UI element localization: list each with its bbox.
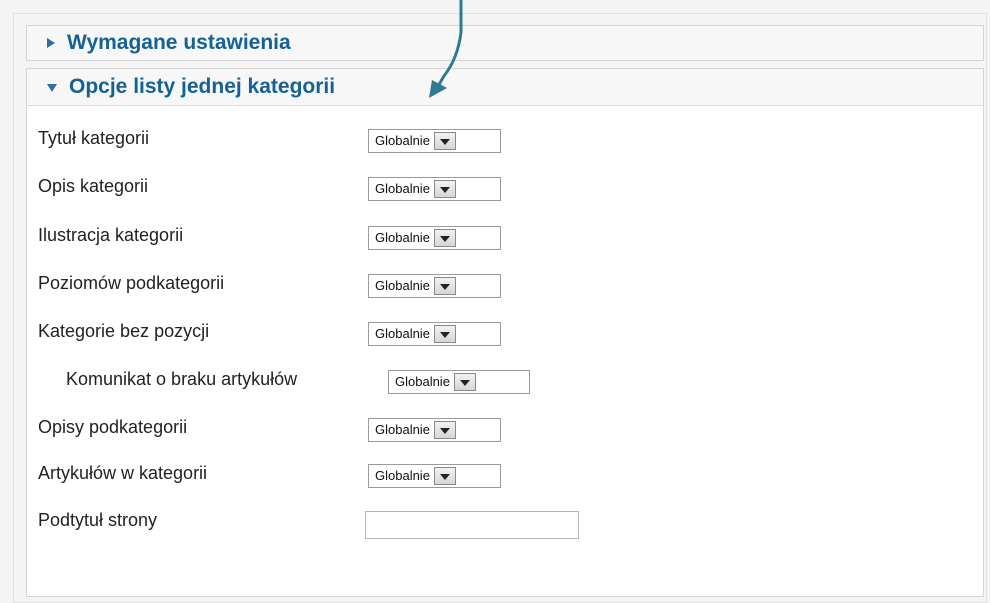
section-title: Opcje listy jednej kategorii (69, 75, 336, 98)
option-label: Tytuł kategorii (38, 128, 150, 148)
option-label: Artykułów w kategorii (38, 463, 208, 483)
section-header-required-settings[interactable]: Wymagane ustawienia (26, 25, 984, 61)
page-subtitle-input[interactable] (365, 511, 579, 539)
chevron-down-icon[interactable] (433, 325, 456, 343)
option-label: Poziomów podkategorii (38, 273, 225, 293)
chevron-down-icon[interactable] (433, 277, 456, 295)
articles-in-category-select[interactable]: Globalnie (368, 464, 501, 488)
empty-categories-select[interactable]: Globalnie (368, 322, 501, 346)
chevron-down-icon[interactable] (433, 421, 456, 439)
option-label: Podtytuł strony (38, 510, 158, 530)
option-label: Komunikat o braku artykułów (66, 369, 298, 389)
chevron-down-icon[interactable] (433, 132, 456, 150)
chevron-down-icon[interactable] (453, 373, 476, 391)
subcategory-descriptions-select[interactable]: Globalnie (368, 418, 501, 442)
option-label: Opis kategorii (38, 176, 149, 196)
category-title-select[interactable]: Globalnie (368, 129, 501, 153)
chevron-down-icon[interactable] (433, 229, 456, 247)
subcategory-levels-select[interactable]: Globalnie (368, 274, 501, 298)
chevron-down-icon[interactable] (433, 467, 456, 485)
option-label: Kategorie bez pozycji (38, 321, 210, 341)
collapsed-triangle-icon (47, 38, 55, 48)
option-label: Ilustracja kategorii (38, 225, 184, 245)
category-description-select[interactable]: Globalnie (368, 177, 501, 201)
no-articles-message-select[interactable]: Globalnie (388, 370, 530, 394)
category-image-select[interactable]: Globalnie (368, 226, 501, 250)
section-title: Wymagane ustawienia (67, 31, 291, 54)
section-header-category-list-options[interactable]: Opcje listy jednej kategorii (26, 68, 984, 106)
expanded-triangle-icon (47, 84, 57, 92)
option-label: Opisy podkategorii (38, 417, 188, 437)
chevron-down-icon[interactable] (433, 180, 456, 198)
